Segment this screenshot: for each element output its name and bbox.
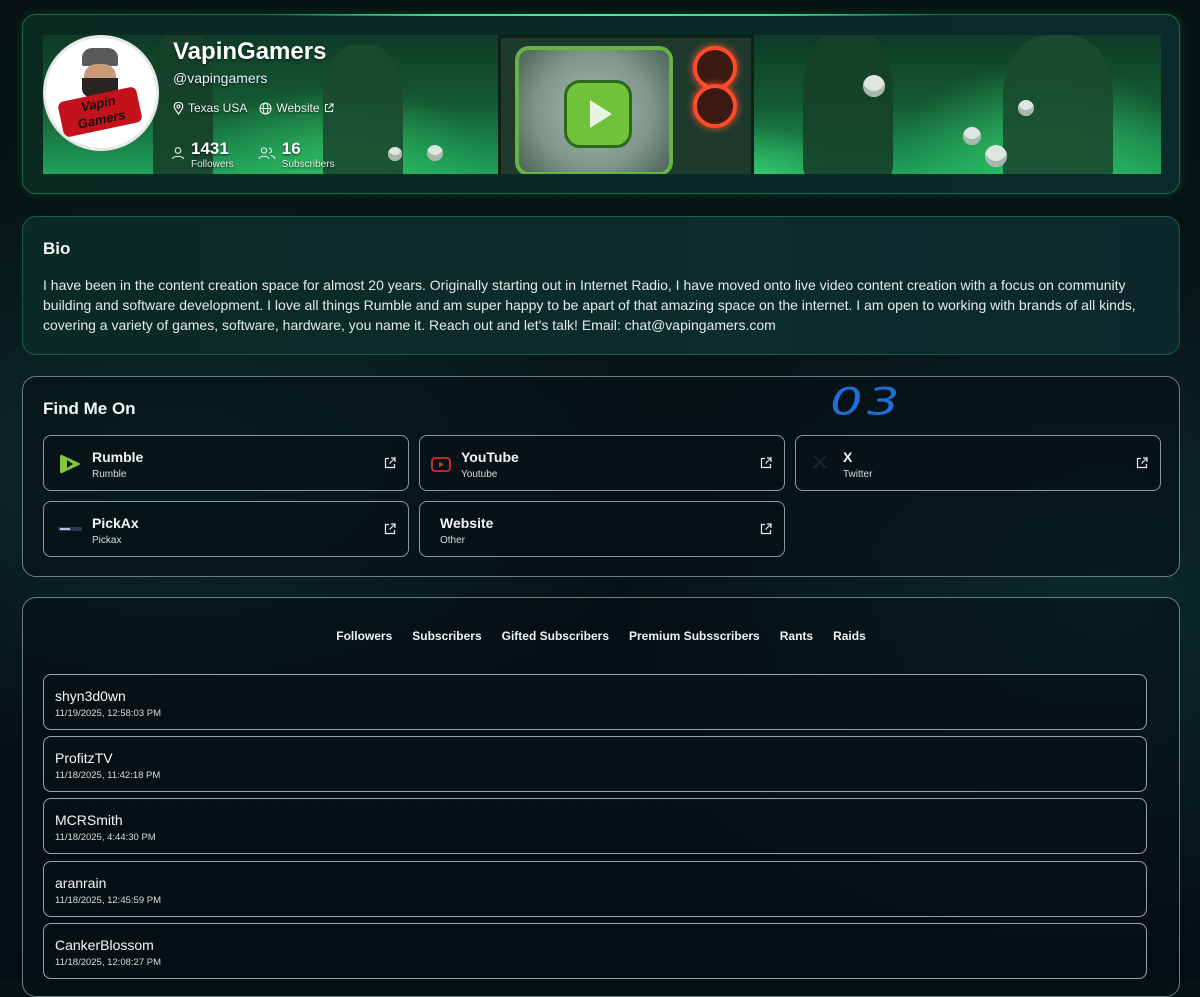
external-link-icon [384,523,396,535]
list-item[interactable]: aranrain 11/18/2025, 12:45:59 PM [43,861,1147,917]
user-timestamp: 11/18/2025, 12:45:59 PM [55,895,161,906]
link-subtitle: Twitter [843,469,873,480]
profile-stats: 1431 Followers 16 Subscribers [171,140,335,172]
profile-card: Vapin Gamers VapinGamers @vapingamers Te… [22,14,1180,194]
link-title: X [843,449,853,465]
user-icon [171,147,185,160]
user-name: shyn3d0wn [55,688,126,704]
location: Texas USA [173,101,247,115]
external-link-icon [384,457,396,469]
user-name: aranrain [55,875,107,891]
user-timestamp: 11/19/2025, 12:58:03 PM [55,708,161,719]
subscribers-label: Subscribers [281,159,335,170]
link-title: Website [440,515,494,531]
location-text: Texas USA [188,101,248,115]
user-timestamp: 11/18/2025, 12:08:27 PM [55,957,161,968]
activity-tabs: Followers Subscribers Gifted Subscribers… [23,629,1179,643]
bio-card: Bio I have been in the content creation … [22,216,1180,355]
handwritten-annotation: 03 [830,381,904,424]
youtube-icon [431,457,451,472]
bio-text: I have been in the content creation spac… [43,277,1136,333]
user-timestamp: 11/18/2025, 4:44:30 PM [55,832,156,843]
tab-followers[interactable]: Followers [336,629,392,643]
pickax-icon [58,527,82,531]
tab-rants[interactable]: Rants [780,629,813,643]
profile-name: VapinGamers [173,38,327,65]
external-link-icon [324,103,333,112]
link-title: YouTube [461,449,519,465]
rumble-icon [60,454,80,474]
x-icon [813,455,827,469]
user-name: MCRSmith [55,812,123,828]
followers-count: 1431 [191,139,229,158]
activity-card: Followers Subscribers Gifted Subscribers… [22,597,1180,997]
map-pin-icon [173,101,184,115]
link-title: PickAx [92,515,139,531]
profile-handle: @vapingamers [173,70,268,86]
profile-meta: Texas USA Website [173,101,334,115]
tab-gifted-subscribers[interactable]: Gifted Subscribers [502,629,609,643]
link-subtitle: Other [440,535,466,546]
link-youtube[interactable]: YouTube Youtube [419,435,785,491]
followers-stat: 1431 Followers [171,140,234,172]
user-timestamp: 11/18/2025, 11:42:18 PM [55,770,161,781]
link-title: Rumble [92,449,144,465]
list-item[interactable]: MCRSmith 11/18/2025, 4:44:30 PM [43,798,1147,854]
external-link-icon [1136,457,1148,469]
external-link-icon [760,457,772,469]
followers-label: Followers [191,159,234,170]
find-me-on-title: Find Me On [43,399,136,418]
bio-title: Bio [43,239,71,258]
link-subtitle: Rumble [92,469,127,480]
annotation-text: 03 [830,381,904,424]
link-subtitle: Youtube [461,469,498,480]
subscribers-stat: 16 Subscribers [258,140,335,172]
avatar: Vapin Gamers [43,35,159,151]
external-link-icon [760,523,772,535]
link-pickax[interactable]: PickAx Pickax [43,501,409,557]
users-icon [258,147,276,160]
website-link-label: Website [276,101,320,115]
link-subtitle: Pickax [92,535,122,546]
list-item[interactable]: shyn3d0wn 11/19/2025, 12:58:03 PM [43,674,1147,730]
avatar-logo: Vapin Gamers [57,86,143,138]
find-me-on-card: Find Me On Rumble Rumble YouTube Youtube… [22,376,1180,577]
tab-subscribers[interactable]: Subscribers [412,629,481,643]
website-link[interactable]: Website [259,101,333,115]
globe-icon [259,101,272,115]
play-icon [564,80,632,148]
list-item[interactable]: ProfitzTV 11/18/2025, 11:42:18 PM [43,736,1147,792]
link-x[interactable]: X Twitter [795,435,1161,491]
list-item[interactable]: CankerBlossom 11/18/2025, 12:08:27 PM [43,923,1147,979]
tv-illustration [498,35,754,174]
tab-premium-subscribers[interactable]: Premium Subsscribers [629,629,760,643]
link-website[interactable]: Website Other [419,501,785,557]
link-rumble[interactable]: Rumble Rumble [43,435,409,491]
subscribers-count: 16 [281,139,301,158]
user-name: ProfitzTV [55,750,113,766]
tab-raids[interactable]: Raids [833,629,866,643]
user-name: CankerBlossom [55,937,154,953]
